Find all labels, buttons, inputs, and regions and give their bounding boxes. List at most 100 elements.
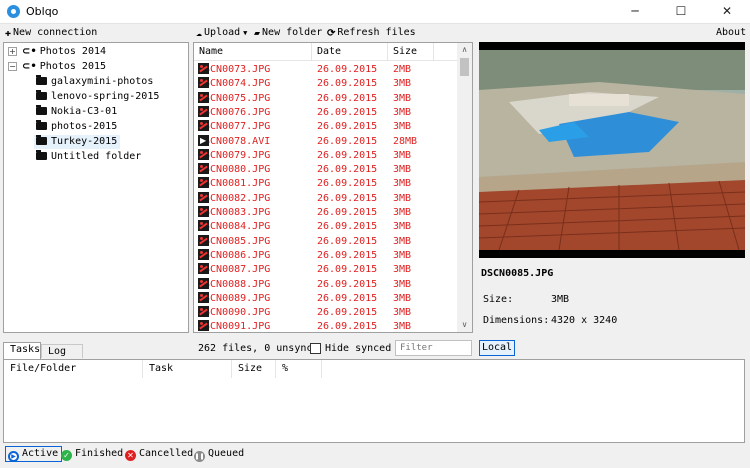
file-name-cell: DSCN0078.AVI xyxy=(198,134,270,149)
file-row[interactable]: DSCN0090.JPG 26.09.2015 3MB xyxy=(194,306,458,320)
file-name-cell: DSCN0088.JPG xyxy=(198,277,270,292)
new-folder-label: New folder xyxy=(262,27,323,38)
file-size: 3MB xyxy=(393,264,412,276)
window-title: Oblqo xyxy=(26,5,59,18)
file-size: 3MB xyxy=(393,92,412,104)
file-row[interactable]: DSCN0073.JPG 26.09.2015 2MB xyxy=(194,63,458,77)
image-file-icon xyxy=(198,77,209,89)
preview-photo xyxy=(479,50,745,251)
file-row[interactable]: DSCN0087.JPG 26.09.2015 3MB xyxy=(194,263,458,277)
refresh-files-button[interactable]: ⟳ Refresh files xyxy=(327,27,416,41)
image-file-icon xyxy=(198,91,209,103)
file-count-status: 262 files, 0 unsync xyxy=(198,343,313,354)
active-label: Active xyxy=(22,448,59,459)
file-date: 26.09.2015 xyxy=(317,307,378,319)
tab-log[interactable]: Log xyxy=(41,344,83,358)
preview-dimensions-label: Dimensions: xyxy=(483,315,550,326)
connection-tree[interactable]: + ⊂• Photos 2014 − ⊂• Photos 2015 galaxymi… xyxy=(3,42,189,333)
file-row[interactable]: DSCN0077.JPG 26.09.2015 3MB xyxy=(194,120,458,134)
preview-size-value: 3MB xyxy=(551,294,570,305)
dropdown-arrow-icon: ▼ xyxy=(243,29,248,37)
scroll-thumb[interactable] xyxy=(460,58,469,76)
file-row[interactable]: DSCN0078.AVI 26.09.2015 28MB xyxy=(194,134,458,149)
plug-icon: ⊂• xyxy=(22,46,37,57)
new-folder-icon: ▰ xyxy=(254,28,261,39)
file-row[interactable]: DSCN0084.JPG 26.09.2015 3MB xyxy=(194,220,458,234)
vertical-scrollbar[interactable]: ∧ ∨ xyxy=(457,43,472,332)
plug-icon: ⊂• xyxy=(22,61,37,72)
scroll-up-icon[interactable]: ∧ xyxy=(457,43,472,57)
title-bar: Oblqo ─ ☐ ✕ xyxy=(0,0,750,24)
file-date: 26.09.2015 xyxy=(317,278,378,290)
file-size: 3MB xyxy=(393,307,412,319)
new-folder-button[interactable]: ▰ New folder xyxy=(254,27,322,41)
file-row[interactable]: DSCN0081.JPG 26.09.2015 3MB xyxy=(194,177,458,191)
filter-finished-button[interactable]: ✓ Finished xyxy=(61,448,123,462)
new-connection-button[interactable]: ✚ New connection xyxy=(5,27,97,41)
play-circle-icon: ▶ xyxy=(8,451,19,462)
file-row[interactable]: DSCN0083.JPG 26.09.2015 3MB xyxy=(194,206,458,220)
file-row[interactable]: DSCN0086.JPG 26.09.2015 3MB xyxy=(194,248,458,263)
tree-item-lenovo-spring-2015[interactable]: lenovo-spring-2015 xyxy=(36,90,159,104)
column-header-percent[interactable]: % xyxy=(276,360,322,378)
maximize-button[interactable]: ☐ xyxy=(658,0,704,24)
column-header-date[interactable]: Date xyxy=(312,43,388,61)
file-name-cell: DSCN0083.JPG xyxy=(198,206,270,220)
minimize-button[interactable]: ─ xyxy=(612,0,658,24)
scroll-down-icon[interactable]: ∨ xyxy=(457,318,472,332)
file-date: 26.09.2015 xyxy=(317,249,378,261)
file-name-cell: DSCN0077.JPG xyxy=(198,120,270,134)
local-button[interactable]: Local xyxy=(479,340,515,356)
column-header-size[interactable]: Size xyxy=(388,43,434,61)
file-date: 26.09.2015 xyxy=(317,164,378,176)
file-row[interactable]: DSCN0089.JPG 26.09.2015 3MB xyxy=(194,291,458,306)
filter-queued-button[interactable]: ❚❚ Queued xyxy=(194,448,244,462)
collapse-toggle-icon[interactable]: − xyxy=(8,62,17,71)
file-size: 3MB xyxy=(393,192,412,204)
filter-active-button[interactable]: ▶ Active xyxy=(5,446,63,462)
tree-item-label: lenovo-spring-2015 xyxy=(51,91,160,102)
column-header-size[interactable]: Size xyxy=(232,360,276,378)
file-row[interactable]: DSCN0088.JPG 26.09.2015 3MB xyxy=(194,277,458,292)
file-list[interactable]: Name Date Size DSCN0073.JPG 26.09.2015 2MB… xyxy=(193,42,473,333)
close-button[interactable]: ✕ xyxy=(704,0,750,24)
hide-synced-label[interactable]: Hide synced xyxy=(325,343,391,354)
file-row[interactable]: DSCN0080.JPG 26.09.2015 3MB xyxy=(194,163,458,177)
file-row[interactable]: DSCN0079.JPG 26.09.2015 3MB xyxy=(194,148,458,163)
file-date: 26.09.2015 xyxy=(317,149,378,161)
column-header-name[interactable]: Name xyxy=(194,43,312,61)
filter-input[interactable] xyxy=(395,340,472,356)
file-name-cell: DSCN0090.JPG xyxy=(198,306,270,320)
file-row[interactable]: DSCN0082.JPG 26.09.2015 3MB xyxy=(194,191,458,206)
tree-item-photos-2015-folder[interactable]: photos-2015 xyxy=(36,120,117,134)
image-file-icon xyxy=(198,263,209,275)
check-circle-icon: ✓ xyxy=(61,450,72,461)
filter-cancelled-button[interactable]: ✕ Cancelled xyxy=(125,448,193,462)
image-file-icon xyxy=(198,177,209,189)
tree-item-nokia-c3-01[interactable]: Nokia-C3-01 xyxy=(36,105,117,119)
file-row[interactable]: DSCN0076.JPG 26.09.2015 3MB xyxy=(194,105,458,120)
file-size: 3MB xyxy=(393,235,412,247)
about-link[interactable]: About xyxy=(716,27,746,41)
tree-item-galaxymini-photos[interactable]: galaxymini-photos xyxy=(36,75,153,89)
column-header-file-folder[interactable]: File/Folder xyxy=(4,360,143,378)
file-row[interactable]: DSCN0075.JPG 26.09.2015 3MB xyxy=(194,91,458,106)
tree-item-turkey-2015[interactable]: Turkey-2015 xyxy=(34,135,121,149)
tasks-table[interactable]: File/Folder Task Size % xyxy=(3,359,745,443)
tree-item-untitled-folder[interactable]: Untitled folder xyxy=(36,150,141,164)
upload-button[interactable]: ☁ Upload ▼ xyxy=(196,27,247,41)
file-row[interactable]: DSCN0085.JPG 26.09.2015 3MB xyxy=(194,234,458,249)
refresh-files-label: Refresh files xyxy=(337,27,416,38)
tree-item-label: Photos 2014 xyxy=(39,46,107,57)
file-row[interactable]: DSCN0074.JPG 26.09.2015 3MB xyxy=(194,77,458,91)
file-row[interactable]: DSCN0091.JPG 26.09.2015 3MB xyxy=(194,320,458,332)
pause-circle-icon: ❚❚ xyxy=(194,451,205,462)
finished-label: Finished xyxy=(75,448,124,459)
tab-tasks[interactable]: Tasks xyxy=(3,342,41,359)
file-date: 26.09.2015 xyxy=(317,106,378,118)
folder-icon xyxy=(36,105,47,115)
file-date: 26.09.2015 xyxy=(317,135,378,147)
column-header-task[interactable]: Task xyxy=(143,360,232,378)
expand-toggle-icon[interactable]: + xyxy=(8,47,17,56)
hide-synced-checkbox[interactable] xyxy=(310,343,321,354)
